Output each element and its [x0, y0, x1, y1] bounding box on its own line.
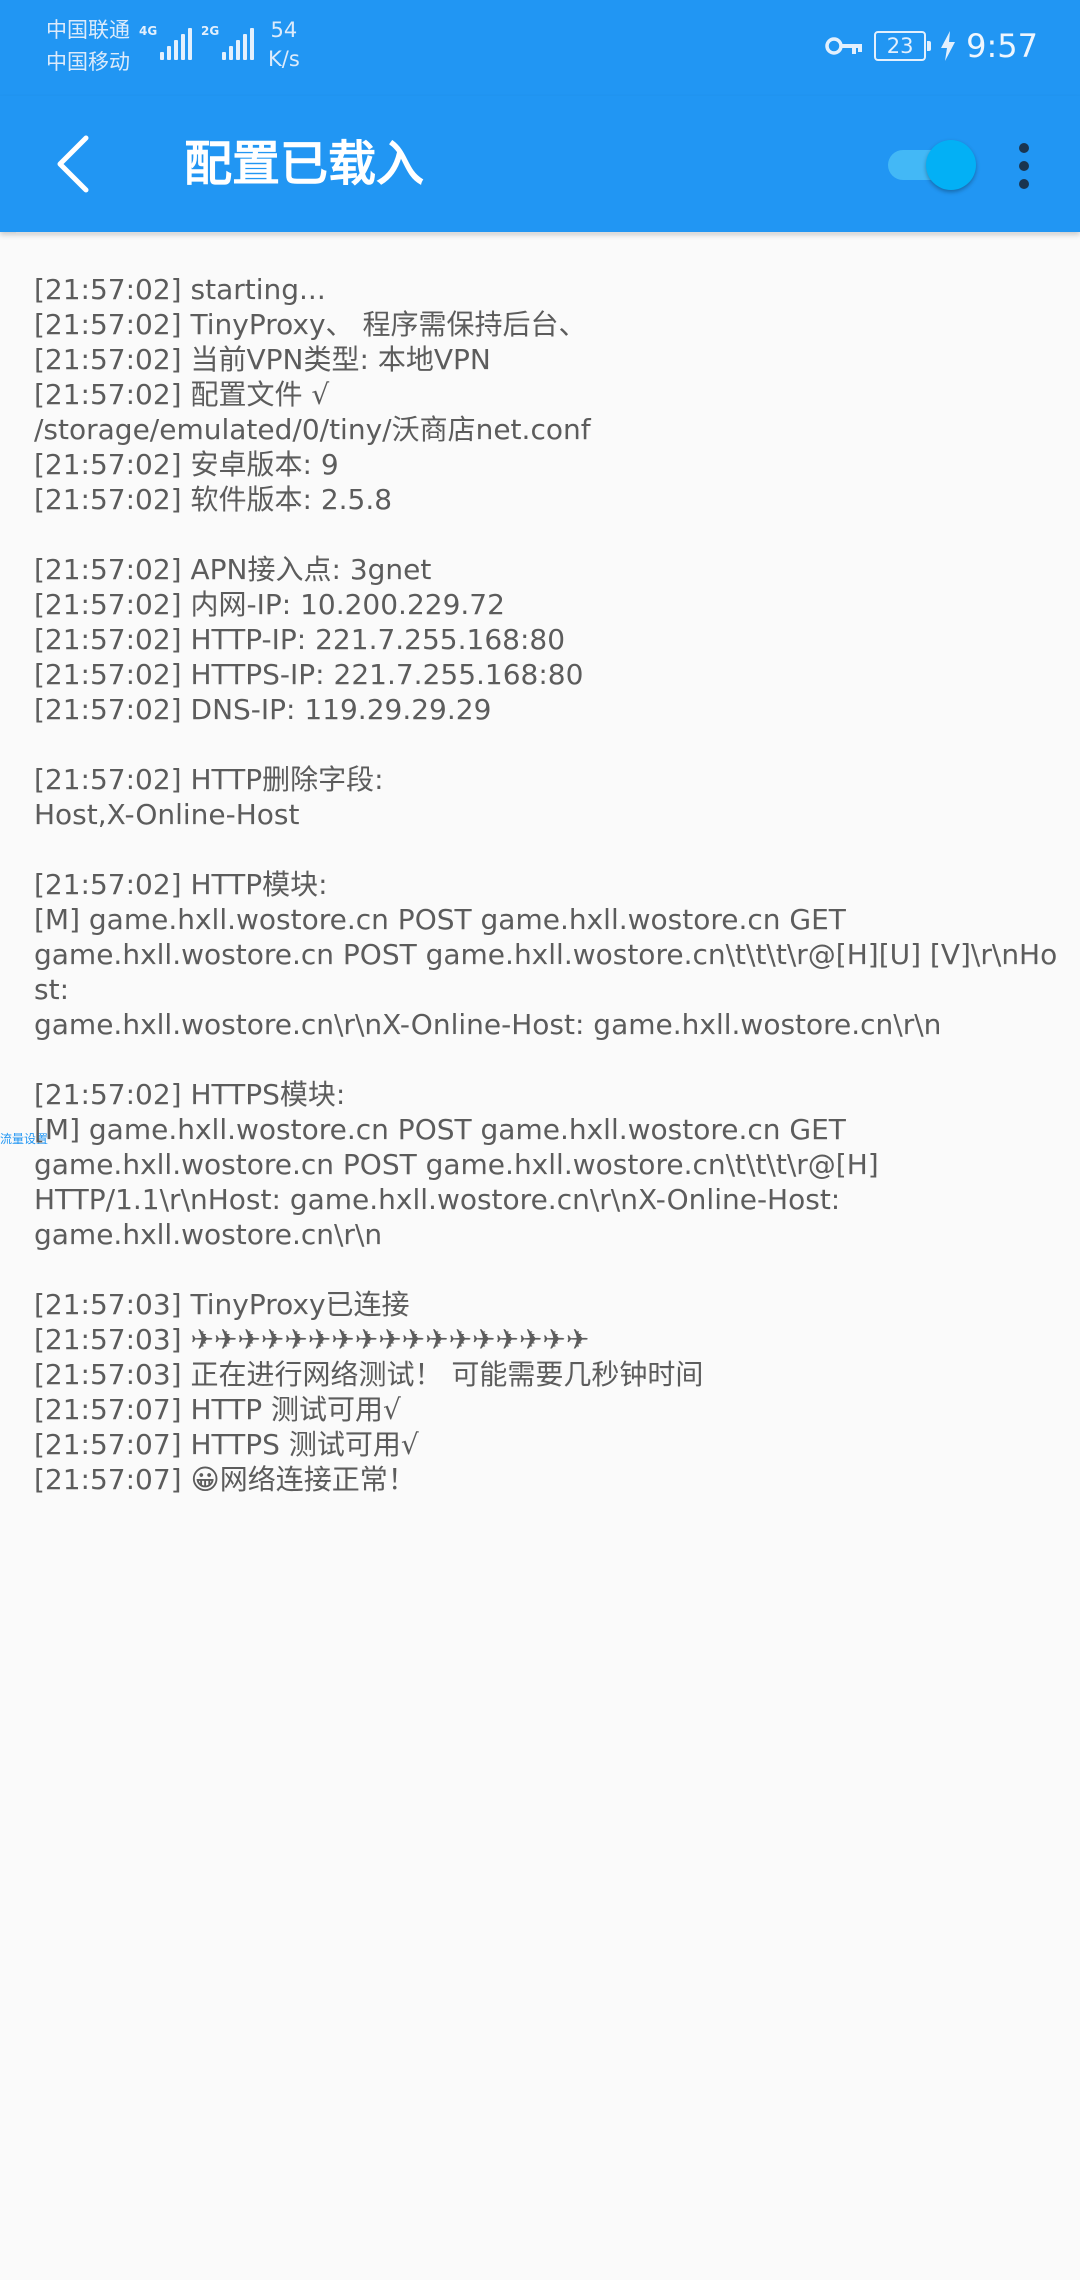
log-line: game.hxll.wostore.cn POST game.hxll.wost…	[34, 1148, 879, 1181]
log-line: Host,X-Online-Host	[34, 798, 300, 831]
proxy-toggle-switch[interactable]	[882, 134, 980, 194]
log-line: [21:57:02] 当前VPN类型: 本地VPN	[34, 343, 491, 376]
carrier-1-label: 中国联通	[46, 18, 130, 42]
screen: 中国联通 中国移动 4G 2G 54 K/s 23 9:57 配置已载入 流量设…	[0, 0, 1080, 2280]
log-line: [21:57:03] 正在进行网络测试！ 可能需要几秒钟时间	[34, 1358, 704, 1391]
more-vertical-icon	[1019, 143, 1029, 153]
log-line: [21:57:02] HTTPS模块:	[34, 1078, 346, 1111]
log-line: [21:57:02] HTTPS-IP: 221.7.255.168:80	[34, 658, 584, 691]
log-line: [21:57:02] 配置文件 √	[34, 378, 330, 411]
log-line: [21:57:02] DNS-IP: 119.29.29.29	[34, 693, 492, 726]
charging-bolt-icon	[941, 31, 956, 61]
battery-level: 23	[886, 34, 914, 58]
log-line: [21:57:02] HTTP删除字段:	[34, 763, 384, 796]
back-arrow-icon	[57, 135, 89, 193]
vpn-key-icon	[825, 37, 863, 55]
log-line: [M] game.hxll.wostore.cn POST game.hxll.…	[34, 1113, 846, 1146]
carrier-2-label: 中国移动	[46, 50, 130, 74]
log-line: [21:57:02] starting...	[34, 273, 326, 306]
log-line: /storage/emulated/0/tiny/沃商店net.conf	[34, 413, 591, 446]
status-time: 9:57	[966, 27, 1038, 65]
log-line: [21:57:02] HTTP-IP: 221.7.255.168:80	[34, 623, 566, 656]
log-line: [21:57:03] ✈✈✈✈✈✈✈✈✈✈✈✈✈✈✈✈✈	[34, 1323, 590, 1356]
log-line: [21:57:03] TinyProxy已连接	[34, 1288, 410, 1321]
battery-icon: 23	[874, 31, 932, 61]
log-line: [21:57:02] APN接入点: 3gnet	[34, 553, 432, 586]
page-title: 配置已载入	[184, 136, 425, 192]
app-bar: 配置已载入	[0, 96, 1080, 232]
log-line: HTTP/1.1\r\nHost: game.hxll.wostore.cn\r…	[34, 1183, 841, 1216]
header-divider	[16, 232, 1060, 234]
log-line: [21:57:02] 内网-IP: 10.200.229.72	[34, 588, 505, 621]
back-button[interactable]	[36, 122, 120, 206]
log-line: [21:57:07] HTTP 测试可用√	[34, 1393, 401, 1426]
sim1-network-tag: 4G	[139, 24, 158, 38]
log-line: [21:57:07] HTTPS 测试可用√	[34, 1428, 419, 1461]
network-speed-unit: K/s	[268, 47, 300, 71]
status-bar: 中国联通 中国移动 4G 2G 54 K/s 23 9:57	[0, 0, 1080, 96]
connection-log: [21:57:02] starting... [21:57:02] TinyPro…	[34, 272, 1064, 1497]
log-line: game.hxll.wostore.cn\r\nX-Online-Host: g…	[34, 1008, 942, 1041]
log-line: game.hxll.wostore.cn\r\n	[34, 1218, 383, 1251]
log-line: [21:57:02] 软件版本: 2.5.8	[34, 483, 393, 516]
log-line: [21:57:02] HTTP模块:	[34, 868, 328, 901]
log-line: [M] game.hxll.wostore.cn POST game.hxll.…	[34, 903, 846, 936]
sim2-network-tag: 2G	[201, 24, 220, 38]
log-line: game.hxll.wostore.cn POST game.hxll.wost…	[34, 938, 1058, 1006]
network-speed: 54 K/s	[268, 16, 300, 74]
network-speed-value: 54	[270, 18, 298, 42]
log-line: [21:57:07] 😀网络连接正常！	[34, 1463, 416, 1496]
toggle-thumb	[926, 140, 976, 190]
carrier-info: 中国联通 中国移动	[46, 14, 130, 78]
sim2-signal-icon: 2G	[200, 24, 254, 60]
log-line: [21:57:02] 安卓版本: 9	[34, 448, 339, 481]
status-right-group: 23 9:57	[824, 20, 1038, 72]
more-options-button[interactable]	[996, 134, 1052, 198]
log-line: [21:57:02] TinyProxy、 程序需保持后台、	[34, 308, 587, 341]
sim1-signal-icon: 4G	[138, 24, 192, 60]
